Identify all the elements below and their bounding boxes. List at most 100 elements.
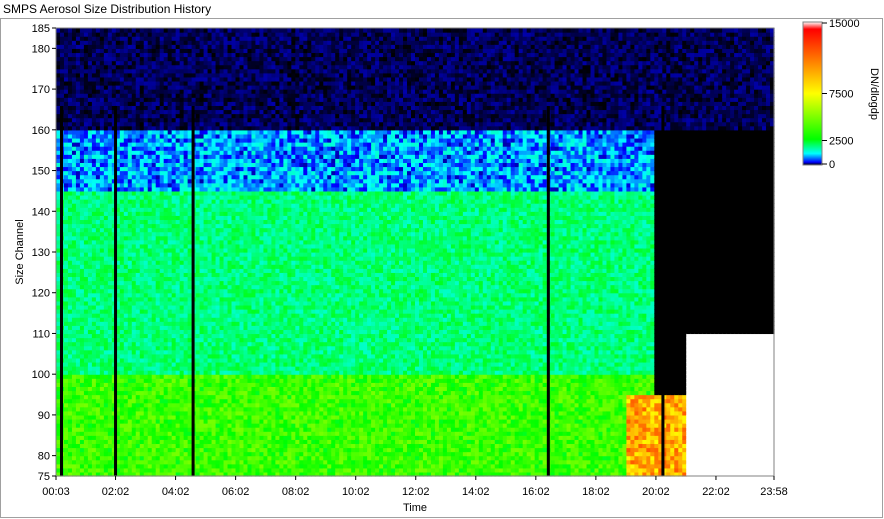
heatmap-cell — [100, 118, 105, 123]
heatmap-cell — [108, 105, 113, 110]
heatmap-cell — [68, 236, 73, 241]
heatmap-cell — [64, 126, 69, 131]
heatmap-cell — [104, 219, 109, 224]
heatmap-cell — [100, 138, 105, 143]
heatmap-cell — [76, 77, 81, 82]
heatmap-cell — [112, 44, 117, 49]
heatmap-cell — [96, 447, 101, 452]
heatmap-cell — [120, 93, 125, 98]
heatmap-cell — [64, 219, 69, 224]
heatmap-cell — [68, 390, 73, 395]
heatmap-cell — [116, 61, 121, 66]
heatmap-cell — [72, 158, 77, 163]
heatmap-cell — [104, 260, 109, 265]
heatmap-cell — [104, 171, 109, 176]
heatmap-cell — [84, 252, 89, 257]
heatmap-cell — [76, 386, 81, 391]
heatmap-cell — [60, 73, 65, 78]
heatmap-cell — [72, 350, 77, 355]
heatmap-cell — [96, 122, 101, 127]
heatmap-cell — [64, 395, 69, 400]
heatmap-cell — [64, 69, 69, 74]
heatmap-cell — [88, 81, 93, 86]
heatmap-cell — [104, 232, 109, 237]
heatmap-cell — [84, 85, 89, 90]
heatmap-cell — [80, 293, 85, 298]
heatmap-cell — [84, 431, 89, 436]
heatmap-cell — [108, 342, 113, 347]
heatmap-cell — [88, 215, 93, 220]
heatmap-cell — [68, 240, 73, 245]
heatmap-cell — [92, 215, 97, 220]
heatmap-cell — [120, 85, 125, 90]
heatmap-cell — [104, 358, 109, 363]
heatmap-cell — [68, 329, 73, 334]
heatmap-cell — [92, 256, 97, 261]
heatmap-cell — [124, 460, 129, 465]
heatmap-cell — [92, 268, 97, 273]
heatmap-cell — [56, 179, 61, 184]
heatmap-cell — [92, 276, 97, 281]
heatmap-cell — [64, 162, 69, 167]
heatmap-cell — [92, 223, 97, 228]
heatmap-cell — [120, 456, 125, 461]
heatmap-cell — [84, 187, 89, 192]
heatmap-cell — [84, 439, 89, 444]
heatmap-cell — [68, 346, 73, 351]
heatmap-cell — [88, 32, 93, 37]
heatmap-cell — [104, 362, 109, 367]
heatmap-cell — [104, 313, 109, 318]
heatmap-cell — [84, 329, 89, 334]
heatmap-cell — [56, 260, 61, 265]
heatmap-cell — [92, 281, 97, 286]
heatmap-cell — [56, 158, 61, 163]
heatmap-plot[interactable] — [56, 28, 775, 477]
heatmap-cell — [60, 89, 65, 94]
heatmap-cell — [120, 61, 125, 66]
heatmap-cell — [84, 350, 89, 355]
heatmap-cell — [76, 223, 81, 228]
heatmap-cell — [92, 378, 97, 383]
heatmap-cell — [104, 203, 109, 208]
heatmap-cell — [76, 264, 81, 269]
heatmap-cell — [120, 354, 125, 359]
heatmap-cell — [84, 366, 89, 371]
heatmap-cell — [68, 109, 73, 114]
heatmap-cell — [68, 260, 73, 265]
heatmap-cell — [88, 301, 93, 306]
heatmap-cell — [108, 179, 113, 184]
heatmap-cell — [96, 321, 101, 326]
heatmap-cell — [56, 297, 61, 302]
heatmap-cell — [80, 252, 85, 257]
heatmap-cell — [108, 354, 113, 359]
heatmap-cell — [56, 443, 61, 448]
heatmap-cell — [104, 289, 109, 294]
heatmap-cell — [124, 382, 129, 387]
heatmap-cell — [96, 305, 101, 310]
heatmap-cell — [68, 321, 73, 326]
heatmap-cell — [72, 130, 77, 135]
heatmap-cell — [92, 456, 97, 461]
heatmap-cell — [76, 28, 81, 33]
heatmap-cell — [68, 223, 73, 228]
heatmap-cell — [64, 268, 69, 273]
heatmap-cell — [84, 166, 89, 171]
heatmap-cell — [124, 386, 129, 391]
heatmap-cell — [56, 309, 61, 314]
heatmap-cell — [104, 215, 109, 220]
heatmap-cell — [68, 382, 73, 387]
heatmap-cell — [92, 73, 97, 78]
heatmap-cell — [96, 162, 101, 167]
heatmap-cell — [72, 460, 77, 465]
heatmap-cell — [64, 276, 69, 281]
heatmap-cell — [108, 240, 113, 245]
heatmap-cell — [68, 427, 73, 432]
heatmap-cell — [56, 114, 61, 119]
heatmap-cell — [88, 309, 93, 314]
heatmap-cell — [72, 175, 77, 180]
heatmap-cell — [104, 65, 109, 70]
heatmap-cell — [80, 109, 85, 114]
heatmap-cell — [68, 28, 73, 33]
heatmap-cell — [100, 101, 105, 106]
heatmap-cell — [56, 329, 61, 334]
